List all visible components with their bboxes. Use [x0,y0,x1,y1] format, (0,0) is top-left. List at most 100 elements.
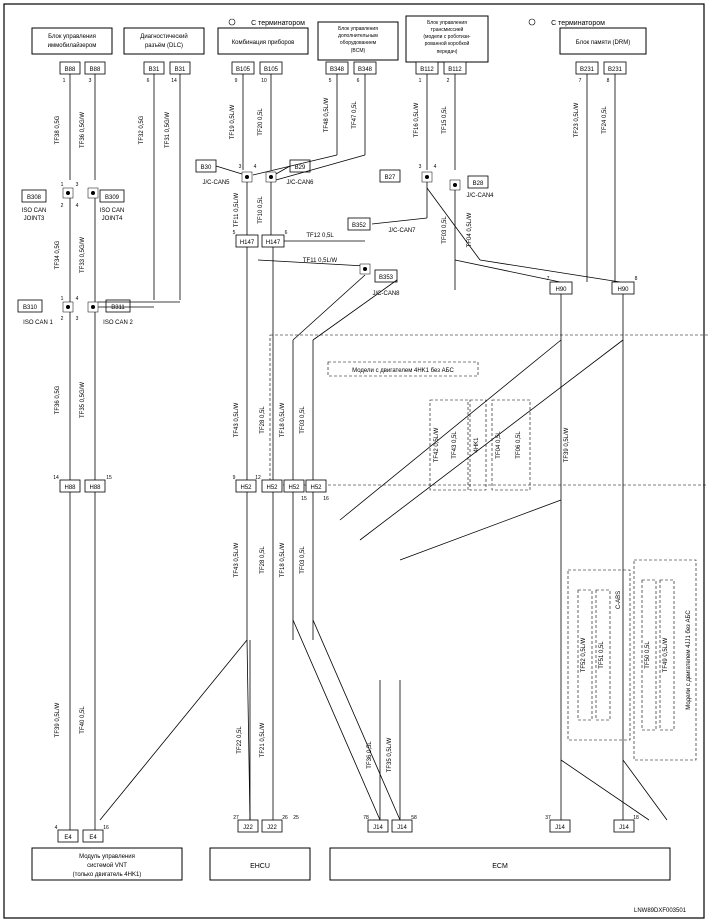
svg-text:J14: J14 [555,825,565,831]
svg-text:TF04 0,5L/W: TF04 0,5L/W [467,212,473,247]
svg-text:TF23 0,5L/W: TF23 0,5L/W [574,102,580,137]
svg-text:8: 8 [607,78,610,84]
svg-text:2: 2 [447,78,450,84]
svg-text:TF11 0,5L/W: TF11 0,5L/W [234,193,240,228]
svg-text:Блок памяти (DRM): Блок памяти (DRM) [576,40,630,46]
svg-text:6: 6 [285,230,288,236]
svg-text:4: 4 [55,825,58,831]
svg-text:TF52 0,5L/W: TF52 0,5L/W [581,637,587,672]
box-diag [124,28,204,54]
svg-text:B231: B231 [608,67,623,73]
svg-text:12: 12 [255,475,261,481]
svg-text:TF15 0,5L: TF15 0,5L [442,106,448,134]
label-terminator-2: С терминатором [551,20,605,27]
svg-text:2: 2 [61,203,64,209]
svg-text:TF06 0,5L: TF06 0,5L [516,431,522,459]
svg-text:TF43 0,5L/W: TF43 0,5L/W [234,402,240,437]
svg-text:B231: B231 [580,67,595,73]
svg-text:TF33 0,5G/W: TF33 0,5G/W [80,237,86,273]
svg-text:трансмиссией: трансмиссией [431,26,464,33]
svg-text:TF21 0,5L/W: TF21 0,5L/W [260,722,266,757]
dashed-4hk1-abs [270,335,708,485]
svg-text:B353: B353 [379,275,394,281]
svg-text:TF36 0,5G: TF36 0,5G [55,385,61,414]
svg-text:TF03 0,5L: TF03 0,5L [300,546,306,574]
svg-text:TF38 0,5G: TF38 0,5G [55,115,61,144]
svg-text:E4: E4 [64,835,72,841]
svg-text:TF16 0,5L/W: TF16 0,5L/W [414,102,420,137]
svg-text:Блок управления: Блок управления [427,20,467,26]
svg-text:H90: H90 [617,287,629,293]
svg-text:TF19 0,5L/W: TF19 0,5L/W [230,104,236,139]
svg-text:системой VNT: системой VNT [87,862,127,869]
svg-text:6: 6 [147,78,150,84]
svg-text:TF20 0,5L: TF20 0,5L [258,108,264,136]
svg-text:(только двигатель 4HK1): (только двигатель 4HK1) [73,872,142,878]
svg-text:Блок управления: Блок управления [48,34,96,40]
svg-text:TF42 0,5L/W: TF42 0,5L/W [434,427,440,462]
svg-text:Модуль управления: Модуль управления [79,854,135,860]
svg-text:B352: B352 [352,223,367,229]
connectors-top-row: B88 B88 1 3 B31 B31 6 14 B105 B105 9 10 … [60,62,626,84]
svg-text:J/C-CAN4: J/C-CAN4 [466,193,494,199]
svg-text:(BCM): (BCM) [351,48,366,54]
svg-text:Комбинация приборов: Комбинация приборов [232,40,295,46]
svg-text:15: 15 [301,496,307,502]
svg-text:9: 9 [233,475,236,481]
svg-text:TF11 0,5L/W: TF11 0,5L/W [303,258,338,264]
svg-text:4: 4 [76,296,79,302]
svg-text:(модели с роботизи-: (модели с роботизи- [423,34,471,40]
svg-text:TF43 0,5L: TF43 0,5L [452,431,458,459]
svg-text:H88: H88 [89,485,101,491]
svg-text:J/C-CAN5: J/C-CAN5 [202,180,230,186]
svg-text:H52: H52 [266,485,278,491]
svg-text:1: 1 [61,296,64,302]
svg-text:TF39 0,5L/W: TF39 0,5L/W [564,427,570,462]
svg-text:TF35 0,5L/W: TF35 0,5L/W [387,737,393,772]
svg-text:ISO CAN 1: ISO CAN 1 [23,320,53,326]
svg-text:EHCU: EHCU [250,863,270,870]
svg-text:TF40 0,5L: TF40 0,5L [80,706,86,734]
label-terminator-1: С терминатором [251,20,305,27]
svg-text:25: 25 [293,815,299,821]
svg-text:58: 58 [411,815,417,821]
wiring-diagram: С терминатором С терминатором Блок управ… [0,0,708,922]
svg-text:ISO CAN 2: ISO CAN 2 [103,320,133,326]
svg-text:TF24 0,5L: TF24 0,5L [602,106,608,134]
svg-text:4: 4 [434,164,437,170]
svg-text:TF51 0,5L: TF51 0,5L [599,641,605,669]
svg-text:14: 14 [53,475,59,481]
svg-text:TF50 0,5L: TF50 0,5L [645,641,651,669]
svg-text:3: 3 [89,78,92,84]
svg-text:TF47 0,5L: TF47 0,5L [352,101,358,129]
svg-text:16: 16 [103,825,109,831]
svg-text:J/C-CAN8: J/C-CAN8 [372,291,400,297]
jc-can5: B30 J/C-CAN5 3 4 [196,160,257,186]
svg-text:TF35 0,5G/W: TF35 0,5G/W [80,382,86,418]
svg-text:4: 4 [76,203,79,209]
svg-text:2: 2 [61,316,64,322]
svg-text:16: 16 [323,496,329,502]
svg-text:18: 18 [633,815,639,821]
svg-text:TF48 0,5L/W: TF48 0,5L/W [324,97,330,132]
svg-text:J22: J22 [243,825,253,831]
svg-text:Диагностический: Диагностический [140,33,187,40]
svg-text:B88: B88 [65,67,76,73]
svg-text:TF43 0,5L/W: TF43 0,5L/W [234,542,240,577]
iso-can-1: B310 ISO CAN 1 1 4 2 3 [18,296,79,326]
svg-text:H52: H52 [310,485,322,491]
svg-text:B29: B29 [295,165,306,171]
svg-text:H147: H147 [266,240,281,246]
svg-text:TF31 0,5G/W: TF31 0,5G/W [165,112,171,148]
svg-text:14: 14 [171,78,177,84]
svg-text:27: 27 [233,815,239,821]
iso-can-joint4: B309 ISO CAN JOINT4 [88,188,124,222]
svg-text:3: 3 [76,316,79,322]
svg-text:H52: H52 [240,485,252,491]
svg-text:15: 15 [106,475,112,481]
svg-text:H147: H147 [240,240,255,246]
svg-text:TF10 0,5L: TF10 0,5L [258,196,264,224]
svg-text:TF28 0,5L: TF28 0,5L [260,546,266,574]
svg-text:H90: H90 [555,287,567,293]
svg-text:1: 1 [63,78,66,84]
